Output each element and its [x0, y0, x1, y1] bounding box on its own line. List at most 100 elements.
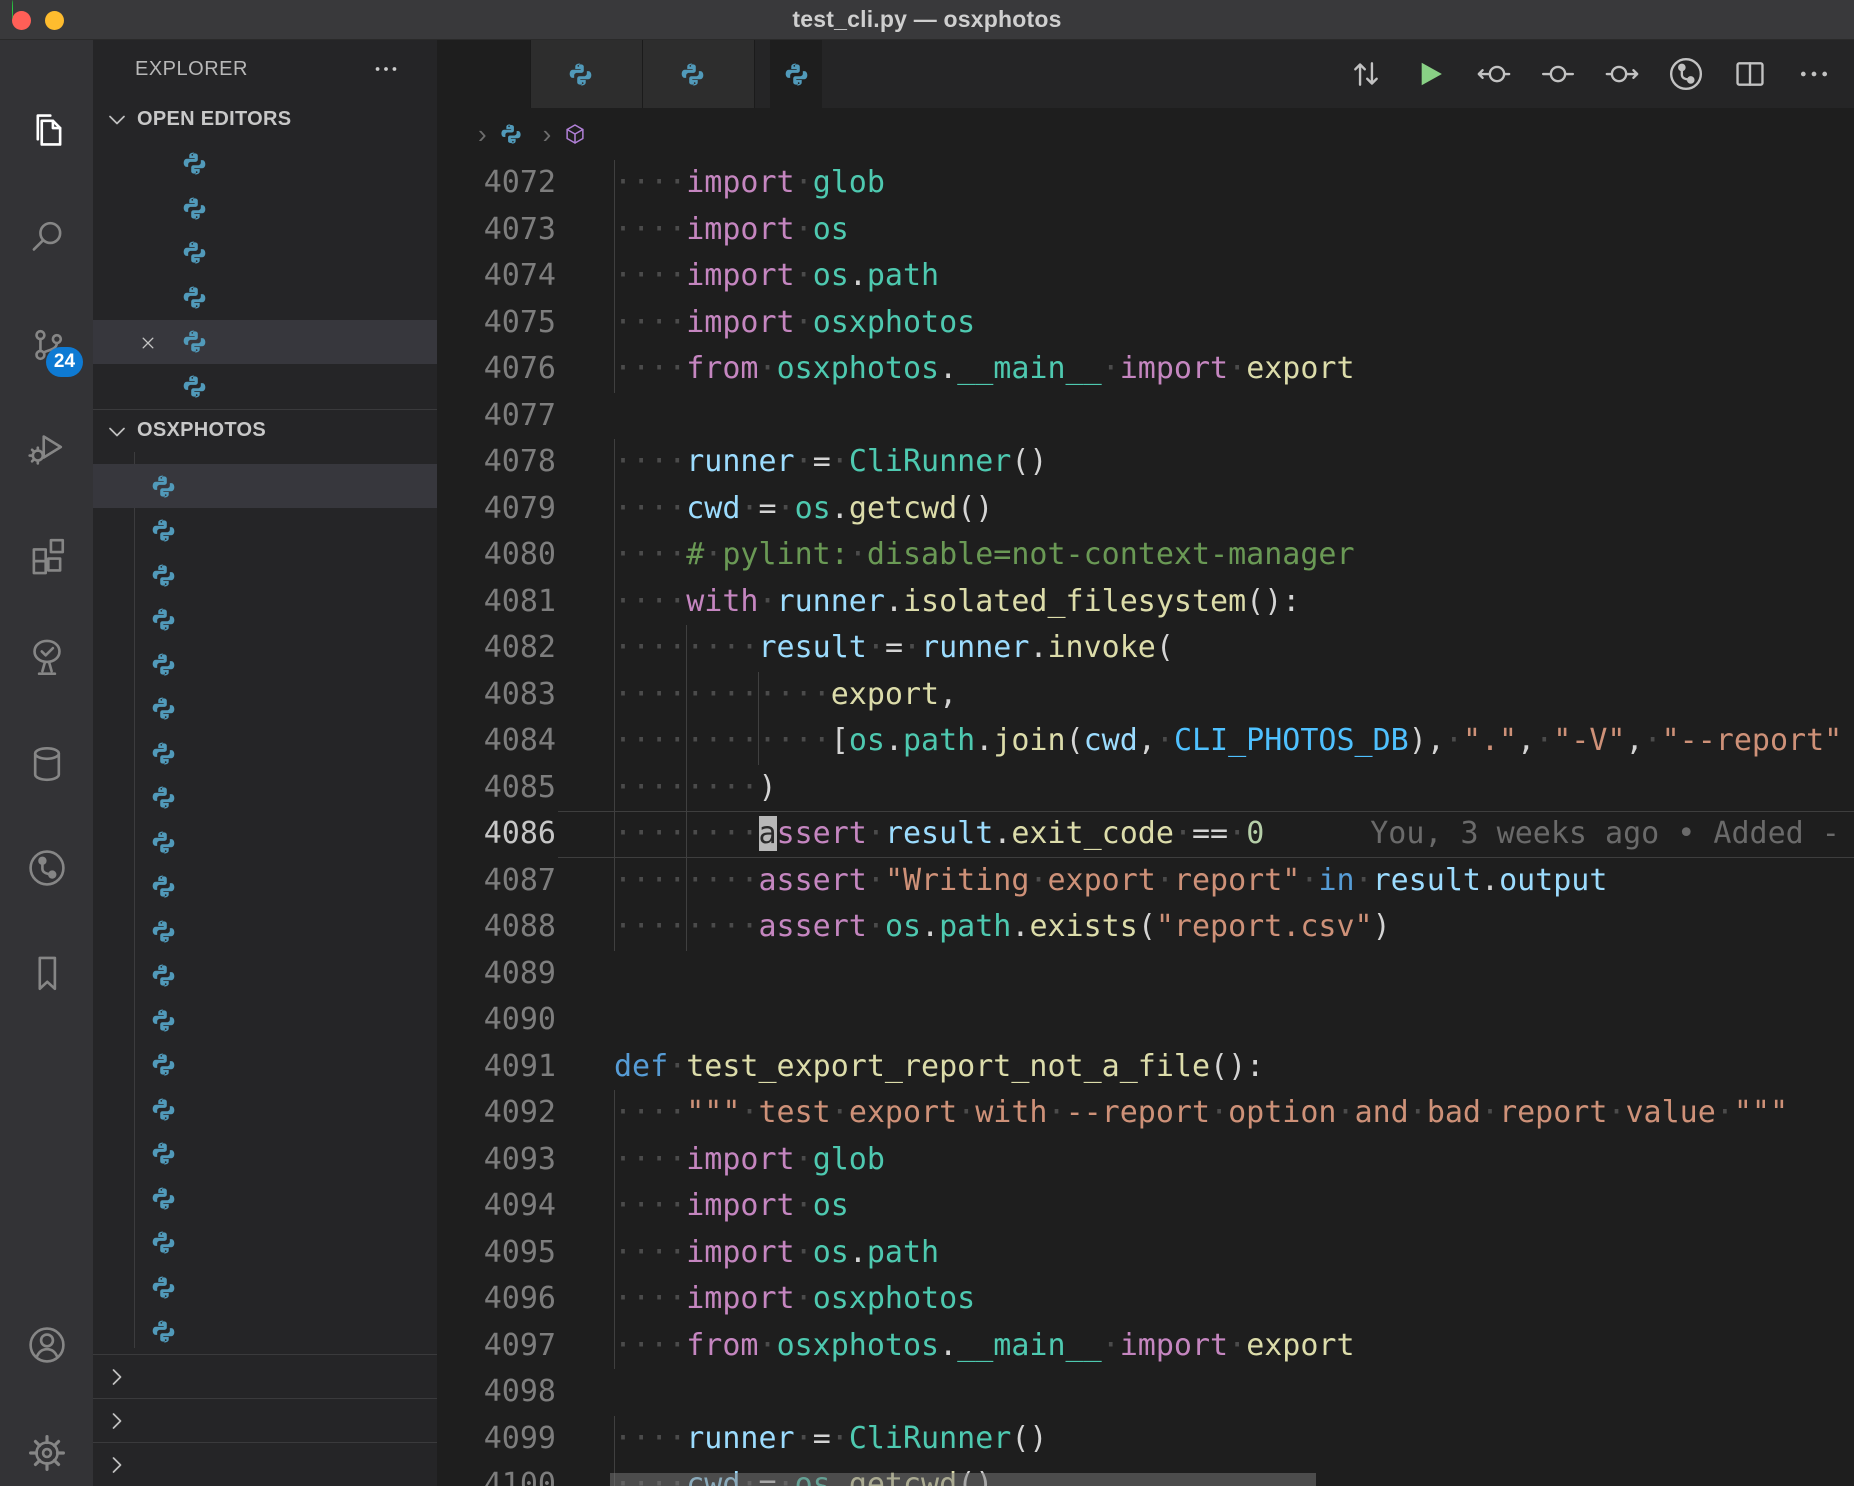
explorer-more-actions-button[interactable]: [371, 54, 401, 90]
open-changes-button[interactable]: [1334, 40, 1398, 108]
code-line: 4072····import·glob: [437, 160, 1854, 207]
tree-item[interactable]: [93, 1042, 437, 1087]
scm-pending-badge: 24: [46, 347, 83, 377]
open-editor-item[interactable]: [93, 275, 437, 320]
tree-item[interactable]: [93, 1176, 437, 1221]
tree-item[interactable]: [93, 909, 437, 954]
python-icon: [150, 473, 177, 500]
python-icon: [181, 239, 208, 266]
activity-explorer-button[interactable]: [0, 86, 93, 174]
next-change-button[interactable]: [1590, 40, 1654, 108]
open-editors-list: [93, 142, 437, 409]
line-number: 4079: [437, 486, 556, 533]
activity-source-control-button[interactable]: 24: [0, 301, 93, 389]
chevron-right-icon: [103, 1363, 131, 1391]
code-line: 4074····import·os.path: [437, 253, 1854, 300]
editor-tab[interactable]: [437, 40, 531, 108]
editor-area: ›› 4072····import·glob4073····import·os4…: [437, 40, 1854, 1486]
code-line: 4098: [437, 1369, 1854, 1416]
tree-item[interactable]: [93, 642, 437, 687]
editor-tab[interactable]: [770, 40, 822, 108]
activity-gitlens-button[interactable]: [0, 824, 93, 912]
close-icon[interactable]: [137, 328, 167, 358]
code-line: 4085········): [437, 765, 1854, 812]
python-icon: [181, 284, 208, 311]
activity-search-button[interactable]: [0, 193, 93, 281]
activity-database-button[interactable]: [0, 720, 93, 808]
project-label: OSXPHOTOS: [137, 419, 266, 442]
code-line: 4081····with·runner.isolated_filesystem(…: [437, 579, 1854, 626]
run-python-file-button[interactable]: [1398, 40, 1462, 108]
python-icon: [150, 695, 177, 722]
python-icon: [150, 962, 177, 989]
tree-item[interactable]: [93, 998, 437, 1043]
open-editor-item[interactable]: [93, 231, 437, 276]
horizontal-scrollbar[interactable]: [610, 1473, 1316, 1486]
line-number: 4088: [437, 904, 556, 951]
python-icon: [499, 122, 523, 146]
open-editor-item[interactable]: [93, 320, 437, 365]
split-editor-button[interactable]: [1718, 40, 1782, 108]
tree-item[interactable]: [93, 953, 437, 998]
code-line: 4084············[os.path.join(cwd,·CLI_P…: [437, 718, 1854, 765]
tree-item[interactable]: [93, 1265, 437, 1310]
code-line: 4086········assert·result.exit_code·==·0…: [437, 811, 1854, 858]
open-editor-item[interactable]: [93, 142, 437, 187]
tree-item[interactable]: [93, 775, 437, 820]
code-line: 4096····import·osxphotos: [437, 1276, 1854, 1323]
minimize-window-button[interactable]: [45, 11, 64, 30]
open-editor-item[interactable]: [93, 364, 437, 409]
window-title: test_cli.py — osxphotos: [0, 6, 1854, 33]
python-icon: [150, 918, 177, 945]
activity-run-debug-button[interactable]: [0, 403, 93, 491]
python-icon: [679, 61, 706, 88]
tree-item[interactable]: [93, 820, 437, 865]
tree-item[interactable]: [93, 1220, 437, 1265]
previous-change-button[interactable]: [1462, 40, 1526, 108]
line-number: 4093: [437, 1137, 556, 1184]
symbol-namespace-icon: [563, 122, 587, 146]
tree-item[interactable]: [93, 864, 437, 909]
activity-todo-tree-button[interactable]: [0, 612, 93, 700]
tree-item[interactable]: [93, 731, 437, 776]
tree-item[interactable]: [93, 464, 437, 509]
tree-item[interactable]: [93, 1309, 437, 1354]
line-number: 4086: [437, 811, 556, 858]
open-editors-section-header[interactable]: OPEN EDITORS: [93, 98, 437, 141]
sidebar-section-timeline[interactable]: [93, 1398, 437, 1442]
activity-extensions-button[interactable]: [0, 510, 93, 598]
tree-item[interactable]: [93, 508, 437, 553]
line-number: 4082: [437, 625, 556, 672]
code-line: 4095····import·os.path: [437, 1230, 1854, 1277]
code-editor[interactable]: 4072····import·glob4073····import·os4074…: [437, 160, 1854, 1486]
tree-item[interactable]: [93, 597, 437, 642]
activity-account-button[interactable]: [0, 1301, 93, 1389]
line-number: 4084: [437, 718, 556, 765]
activity-bookmarks-button[interactable]: [0, 929, 93, 1017]
code-line: 4093····import·glob: [437, 1137, 1854, 1184]
tree-item[interactable]: [93, 553, 437, 598]
gitlens-file-annotations-button[interactable]: [1654, 40, 1718, 108]
close-window-button[interactable]: [12, 11, 31, 30]
open-changes-with-button[interactable]: [1526, 40, 1590, 108]
sidebar-section-outline[interactable]: [93, 1354, 437, 1398]
more-actions-button[interactable]: [1782, 40, 1846, 108]
window-controls: [12, 0, 64, 40]
sidebar-section-npm-scripts[interactable]: [93, 1442, 437, 1486]
activity-settings-button[interactable]: [0, 1409, 93, 1486]
sidebar-title: EXPLORER: [135, 58, 248, 81]
open-editor-item[interactable]: [93, 186, 437, 231]
breadcrumb-item[interactable]: [499, 122, 531, 146]
tree-item[interactable]: [93, 686, 437, 731]
editor-tab[interactable]: [643, 40, 755, 108]
editor-tab[interactable]: [531, 40, 643, 108]
python-icon: [783, 61, 810, 88]
code-line: 4076····from·osxphotos.__main__·import·e…: [437, 346, 1854, 393]
python-icon: [181, 195, 208, 222]
tree-item[interactable]: [93, 1087, 437, 1132]
tree-item[interactable]: [93, 1131, 437, 1176]
line-number: 4092: [437, 1090, 556, 1137]
zoom-window-button[interactable]: [12, 0, 13, 19]
project-section-header[interactable]: OSXPHOTOS: [93, 409, 437, 452]
breadcrumb-item[interactable]: [563, 122, 595, 146]
